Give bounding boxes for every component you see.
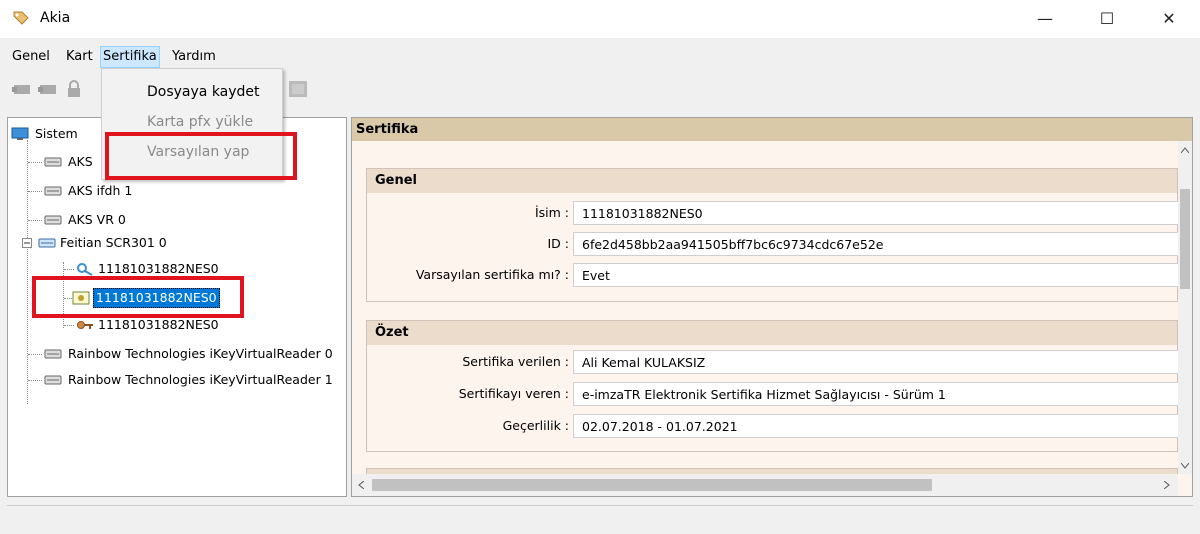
validity-field[interactable]: 02.07.2018 - 01.07.2021 [573,414,1183,438]
collapse-icon[interactable] [22,238,32,248]
tree-item[interactable]: Feitian SCR301 0 [8,233,228,253]
key-icon [77,321,93,329]
scroll-down-icon[interactable] [1181,463,1189,469]
vertical-scrollbar[interactable] [1178,141,1192,474]
tree-label: Sistem [35,126,78,141]
window-title: Akia [40,10,71,26]
field-label: Geçerlilik : [502,418,569,433]
reader-icon[interactable] [12,80,32,98]
name-field[interactable]: 11181031882NES0 [573,201,1183,225]
tree-item[interactable]: Rainbow Technologies iKeyVirtualReader 1 [8,370,346,390]
maximize-button[interactable]: ☐ [1084,4,1130,34]
tree-label: AKS [68,154,93,169]
scroll-thumb[interactable] [1180,189,1190,289]
default-certificate-field[interactable]: Evet [573,263,1183,287]
panel-title: Sertifika [352,118,1192,141]
tree-label: 11181031882NES0 [98,317,219,332]
menu-sertifika[interactable]: Sertifika [100,46,160,68]
tree-label: AKS ifdh 1 [68,183,133,198]
tree-item[interactable]: Rainbow Technologies iKeyVirtualReader 0 [8,344,346,364]
issued-to-field[interactable]: Ali Kemal KULAKSIZ [573,350,1183,374]
field-label: Sertifika verilen : [462,354,569,369]
card-reader-icon [44,349,62,359]
field-label: Sertifikayı veren : [458,386,569,401]
scroll-left-icon[interactable] [358,481,364,489]
section-title: Özet [367,321,1177,345]
field-label: İsim : [534,205,569,220]
tree-label: AKS VR 0 [68,212,126,227]
menu-bar: Genel Kart Sertifika Yardım [0,45,1200,68]
horizontal-scrollbar[interactable] [352,474,1178,496]
computer-icon [11,127,29,140]
title-bar: Akia — ☐ ✕ [0,0,1200,38]
key-search-icon [77,263,93,276]
card-reader-icon [44,157,62,167]
menu-item-save-to-file[interactable]: Dosyaya kaydet [147,81,260,103]
tree-label: Rainbow Technologies iKeyVirtualReader 0 [68,346,333,361]
field-label: ID : [547,236,570,251]
certificate-tool-icon[interactable] [288,80,308,98]
section-genel: Genel İsim : 11181031882NES0 ID : 6fe2d4… [366,168,1183,302]
tree-item[interactable]: 11181031882NES0 [8,315,268,335]
highlight-box [105,132,297,180]
tree-label: Rainbow Technologies iKeyVirtualReader 1 [68,372,333,387]
scroll-up-icon[interactable] [1181,147,1189,153]
id-field[interactable]: 6fe2d458bb2aa941505bff7bc6c9734cdc67e52e [573,232,1183,256]
card-reader-icon [38,238,56,248]
highlight-box [32,276,244,318]
tree-label: Feitian SCR301 0 [60,235,167,250]
tree-item[interactable]: AKS VR 0 [8,210,208,230]
menu-kart[interactable]: Kart [64,47,95,67]
scroll-thumb[interactable] [372,479,932,491]
section-ozet: Özet Sertifika verilen : Ali Kemal KULAK… [366,320,1183,452]
tree-item[interactable]: AKS ifdh 1 [8,181,208,201]
card-reader-icon [44,186,62,196]
scroll-right-icon[interactable] [1164,481,1170,489]
card-reader-icon [44,215,62,225]
close-button[interactable]: ✕ [1146,4,1192,34]
reader-remove-icon[interactable] [38,80,58,98]
menu-genel[interactable]: Genel [10,47,52,67]
section-title: Genel [367,169,1177,193]
app-icon [13,11,29,25]
field-label: Varsayılan sertifika mı? : [415,267,569,282]
menu-item-load-pfx[interactable]: Karta pfx yükle [147,111,253,133]
certificate-panel: Sertifika Genel İsim : 11181031882NES0 I… [351,117,1193,497]
minimize-button[interactable]: — [1022,4,1068,34]
tree-item[interactable]: AKS [8,152,108,172]
menu-yardim[interactable]: Yardım [170,47,218,67]
card-reader-icon [44,375,62,385]
status-bar [7,505,1193,532]
lock-icon[interactable] [64,80,84,98]
issued-by-field[interactable]: e-imzaTR Elektronik Sertifika Hizmet Sağ… [573,382,1183,406]
